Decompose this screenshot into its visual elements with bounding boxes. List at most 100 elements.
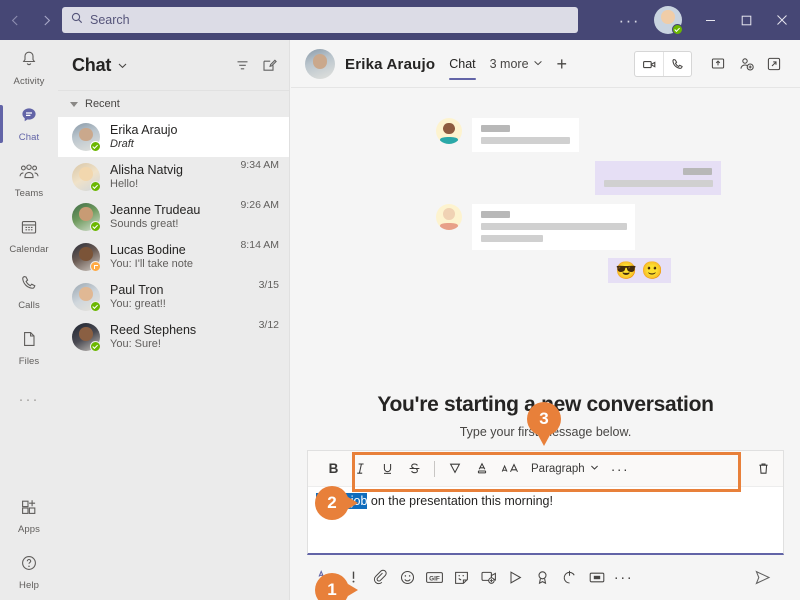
apps-grid-icon [19,497,39,522]
callout-badge-3: 3 [527,402,561,446]
conversation-header: Erika Araujo Chat 3 more + [291,40,800,88]
chevron-left-icon[interactable] [6,10,26,30]
new-chat-icon[interactable] [262,58,277,73]
sidebar-item-help[interactable]: Help [0,544,58,600]
more-tabs-button[interactable]: 3 more [490,57,543,71]
add-tab-button[interactable]: + [557,55,568,73]
chat-list-item[interactable]: Paul Tron You: great!! 3/15 [58,277,289,317]
sidebar-item-calendar[interactable]: Calendar [0,208,58,264]
more-actions-button[interactable]: ··· [610,569,637,586]
sidebar-item-teams[interactable]: Teams [0,152,58,208]
more-format-options-button[interactable]: ··· [603,461,638,477]
avatar [72,283,101,312]
video-clip-button[interactable] [583,563,610,591]
presence-indicator-away [90,261,101,272]
reaction-emojis[interactable]: 😎 🙂 [607,258,671,283]
video-call-icon[interactable] [635,52,663,76]
avatar[interactable] [654,6,683,35]
underline-button[interactable] [374,455,401,483]
avatar [72,243,101,272]
share-screen-icon[interactable] [704,50,732,78]
recent-section-header[interactable]: Recent [58,91,289,117]
sidebar-item-files[interactable]: Files [0,320,58,376]
chat-list-item[interactable]: Alisha Natvig Hello! 9:34 AM [58,157,289,197]
settings-more-button[interactable]: ··· [611,12,648,29]
strikethrough-button[interactable] [401,455,428,483]
sidebar-item-label: Teams [14,188,44,199]
stream-button[interactable] [502,563,529,591]
sidebar-more-button[interactable]: ··· [19,376,40,422]
loop-button[interactable] [556,563,583,591]
avatar [436,118,462,144]
send-icon[interactable] [753,569,778,586]
giphy-button[interactable]: GIF [421,563,448,591]
chevron-down-icon[interactable] [117,60,128,71]
trash-icon[interactable] [756,461,771,476]
chat-list-item[interactable]: Reed Stephens You: Sure! 3/12 [58,317,289,357]
font-color-button[interactable] [468,455,495,483]
add-people-icon[interactable] [732,50,760,78]
chat-list-rows: Erika Araujo Draft Alisha Natvig Hello! 9:34… [58,117,289,357]
chat-list-item[interactable]: Lucas Bodine You: I'll take note 8:14 AM [58,237,289,277]
search-input[interactable] [90,13,569,27]
presence-indicator-available [90,301,101,312]
placeholder-message-own [291,161,800,195]
presence-indicator-available [90,141,101,152]
sidebar-item-activity[interactable]: Activity [0,40,58,96]
calendar-icon [19,217,39,242]
chat-list-item-meta: Reed Stephens You: Sure! [110,323,253,351]
highlight-color-button[interactable] [441,455,468,483]
paragraph-style-dropdown[interactable]: Paragraph [527,463,603,475]
svg-text:GIF: GIF [429,575,440,582]
italic-button[interactable] [347,455,374,483]
title-bar: ··· [0,0,800,40]
message-bubble [595,161,721,195]
phone-icon [19,273,39,298]
chat-list-item-name: Reed Stephens [110,323,197,337]
search-box[interactable] [62,7,578,33]
message-input[interactable]: Great job on the presentation this morni… [308,487,783,553]
sidebar-item-chat[interactable]: Chat [0,96,58,152]
audio-call-icon[interactable] [663,52,691,76]
titlebar-right: ··· [611,0,800,40]
chat-list-item-name: Jeanne Trudeau [110,203,201,217]
avatar [72,163,101,192]
presence-indicator-available [90,181,101,192]
placeholder-line [481,137,570,144]
placeholder-messages: 😎 🙂 [291,88,800,283]
chat-list-item[interactable]: Erika Araujo Draft [58,117,289,157]
search-container [62,7,578,33]
filter-icon[interactable] [235,58,250,73]
placeholder-message [291,118,800,152]
maximize-button[interactable] [728,0,764,40]
message-bubble [472,204,635,250]
minimize-button[interactable] [692,0,728,40]
chat-list-item[interactable]: Jeanne Trudeau Sounds great! 9:26 AM [58,197,289,237]
sidebar-item-label: Calendar [9,244,49,255]
sticker-button[interactable] [448,563,475,591]
font-size-button[interactable] [495,455,527,483]
callout-number: 3 [539,409,549,428]
meet-now-button[interactable] [475,563,502,591]
chat-bubble-icon [19,105,39,130]
sidebar-item-label: Apps [17,524,41,535]
close-button[interactable] [764,0,800,40]
popout-icon[interactable] [760,50,788,78]
praise-button[interactable] [529,563,556,591]
main-chat-pane: Erika Araujo Chat 3 more + 😎 🙂 You're st… [291,40,800,600]
attach-file-button[interactable] [367,563,394,591]
sidebar-item-apps[interactable]: Apps [0,488,58,544]
chevron-right-icon[interactable] [37,10,57,30]
chat-list-item-preview: Draft [110,138,134,150]
tab-chat[interactable]: Chat [449,40,477,88]
teams-window: ··· Activity [0,0,800,600]
sidebar-item-calls[interactable]: Calls [0,264,58,320]
avatar [72,123,101,152]
bold-button[interactable]: B [320,455,347,483]
chat-list-item-meta: Jeanne Trudeau Sounds great! [110,203,234,231]
chat-list-panel: Chat Recent Erika Araujo Draft Alisha Natv… [58,40,290,600]
emoji-button[interactable] [394,563,421,591]
placeholder-line [481,223,627,230]
avatar[interactable] [305,49,335,79]
bell-icon [19,49,39,74]
